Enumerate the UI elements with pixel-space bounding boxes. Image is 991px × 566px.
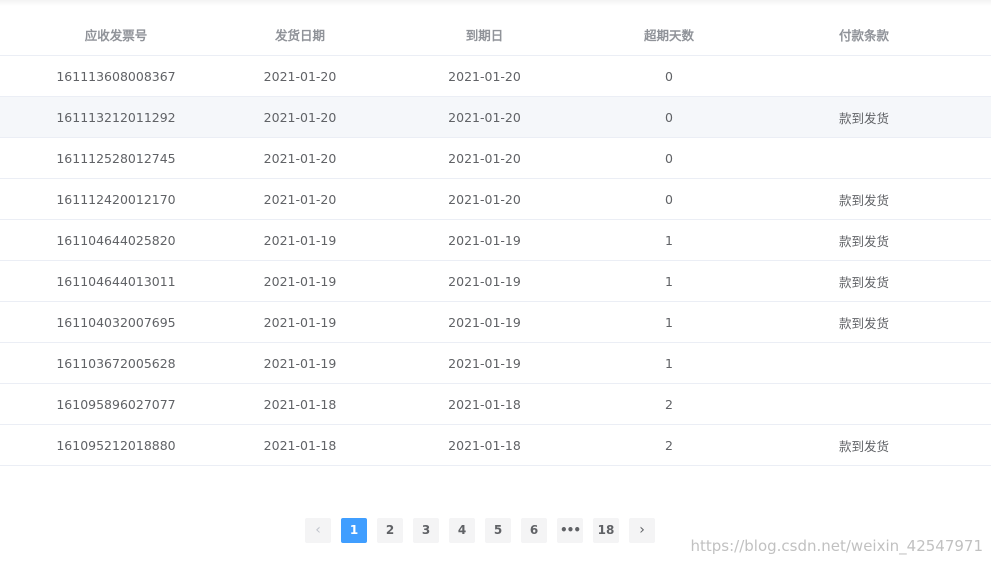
table-row[interactable]: 161095896027077 2021-01-18 2021-01-18 2 [0, 383, 991, 425]
cell-invoice-number: 161103672005628 [0, 342, 232, 384]
cell-payment-terms: 款到发货 [737, 301, 991, 343]
top-shadow [0, 0, 991, 6]
cell-ship-date: 2021-01-19 [232, 301, 368, 343]
cell-due-date: 2021-01-19 [368, 301, 601, 343]
prev-page-button[interactable]: ‹ [305, 518, 331, 543]
table-row[interactable]: 161112420012170 2021-01-20 2021-01-20 0 … [0, 178, 991, 220]
column-header-ship-date[interactable]: 发货日期 [232, 14, 368, 56]
page-button[interactable]: 3 [413, 518, 439, 543]
cell-overdue-days: 1 [601, 260, 737, 302]
next-page-button[interactable]: › [629, 518, 655, 543]
cell-due-date: 2021-01-20 [368, 55, 601, 97]
page-button-current[interactable]: 1 [341, 518, 367, 543]
cell-due-date: 2021-01-20 [368, 137, 601, 179]
table-header-row: 应收发票号 发货日期 到期日 超期天数 付款条款 [0, 14, 991, 56]
cell-payment-terms: 款到发货 [737, 96, 991, 138]
cell-payment-terms: 款到发货 [737, 219, 991, 261]
table-row[interactable]: 161104644025820 2021-01-19 2021-01-19 1 … [0, 219, 991, 261]
table-row[interactable]: 161104032007695 2021-01-19 2021-01-19 1 … [0, 301, 991, 343]
cell-overdue-days: 1 [601, 301, 737, 343]
cell-invoice-number: 161104644025820 [0, 219, 232, 261]
cell-invoice-number: 161113608008367 [0, 55, 232, 97]
cell-invoice-number: 161113212011292 [0, 96, 232, 138]
table-row[interactable]: 161095212018880 2021-01-18 2021-01-18 2 … [0, 424, 991, 466]
cell-ship-date: 2021-01-20 [232, 96, 368, 138]
cell-overdue-days: 0 [601, 55, 737, 97]
cell-invoice-number: 161112420012170 [0, 178, 232, 220]
cell-due-date: 2021-01-18 [368, 424, 601, 466]
table-row[interactable]: 161113212011292 2021-01-20 2021-01-20 0 … [0, 96, 991, 138]
cell-due-date: 2021-01-20 [368, 96, 601, 138]
cell-payment-terms: 款到发货 [737, 424, 991, 466]
cell-invoice-number: 161095896027077 [0, 383, 232, 425]
cell-overdue-days: 0 [601, 137, 737, 179]
cell-payment-terms: 款到发货 [737, 178, 991, 220]
cell-due-date: 2021-01-19 [368, 260, 601, 302]
cell-due-date: 2021-01-18 [368, 383, 601, 425]
cell-payment-terms [737, 342, 991, 384]
cell-invoice-number: 161095212018880 [0, 424, 232, 466]
page-button[interactable]: 5 [485, 518, 511, 543]
table-row[interactable]: 161104644013011 2021-01-19 2021-01-19 1 … [0, 260, 991, 302]
cell-overdue-days: 1 [601, 342, 737, 384]
column-header-payment-terms[interactable]: 付款条款 [737, 14, 991, 56]
table-row[interactable]: 161113608008367 2021-01-20 2021-01-20 0 [0, 55, 991, 97]
page-button[interactable]: 6 [521, 518, 547, 543]
page-button[interactable]: 4 [449, 518, 475, 543]
cell-ship-date: 2021-01-19 [232, 260, 368, 302]
chevron-left-icon: ‹ [315, 522, 321, 538]
table-row[interactable]: 161112528012745 2021-01-20 2021-01-20 0 [0, 137, 991, 179]
page-button[interactable]: 2 [377, 518, 403, 543]
more-pages-button[interactable]: ••• [557, 518, 583, 543]
cell-due-date: 2021-01-19 [368, 219, 601, 261]
cell-overdue-days: 2 [601, 424, 737, 466]
column-header-overdue-days[interactable]: 超期天数 [601, 14, 737, 56]
page-button-last[interactable]: 18 [593, 518, 619, 543]
cell-ship-date: 2021-01-19 [232, 342, 368, 384]
cell-invoice-number: 161112528012745 [0, 137, 232, 179]
pagination: ‹ 1 2 3 4 5 6 ••• 18 › [305, 518, 655, 543]
column-header-due-date[interactable]: 到期日 [368, 14, 601, 56]
cell-ship-date: 2021-01-20 [232, 55, 368, 97]
more-icon: ••• [559, 523, 581, 537]
column-header-invoice-number[interactable]: 应收发票号 [0, 14, 232, 56]
chevron-right-icon: › [639, 522, 645, 538]
cell-overdue-days: 2 [601, 383, 737, 425]
cell-overdue-days: 1 [601, 219, 737, 261]
cell-payment-terms: 款到发货 [737, 260, 991, 302]
watermark: https://blog.csdn.net/weixin_42547971 [690, 537, 983, 555]
cell-ship-date: 2021-01-20 [232, 137, 368, 179]
cell-ship-date: 2021-01-20 [232, 178, 368, 220]
cell-overdue-days: 0 [601, 178, 737, 220]
cell-ship-date: 2021-01-19 [232, 219, 368, 261]
cell-payment-terms [737, 55, 991, 97]
cell-invoice-number: 161104644013011 [0, 260, 232, 302]
invoice-table: 应收发票号 发货日期 到期日 超期天数 付款条款 161113608008367… [0, 14, 991, 466]
cell-due-date: 2021-01-19 [368, 342, 601, 384]
table-row[interactable]: 161103672005628 2021-01-19 2021-01-19 1 [0, 342, 991, 384]
cell-due-date: 2021-01-20 [368, 178, 601, 220]
cell-payment-terms [737, 383, 991, 425]
page: 应收发票号 发货日期 到期日 超期天数 付款条款 161113608008367… [0, 0, 991, 566]
cell-ship-date: 2021-01-18 [232, 383, 368, 425]
cell-payment-terms [737, 137, 991, 179]
cell-overdue-days: 0 [601, 96, 737, 138]
cell-ship-date: 2021-01-18 [232, 424, 368, 466]
cell-invoice-number: 161104032007695 [0, 301, 232, 343]
